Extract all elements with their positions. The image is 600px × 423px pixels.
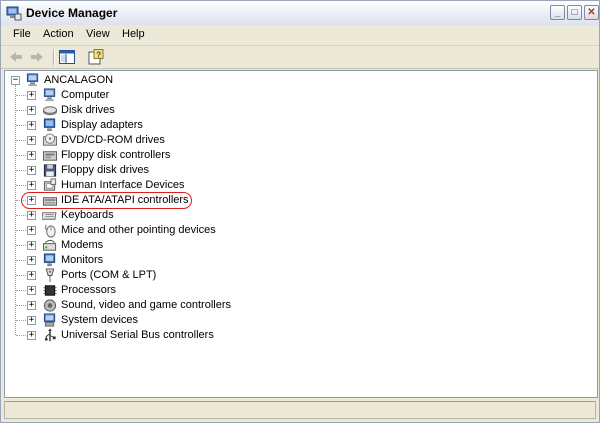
expand-toggle[interactable]: + [27, 151, 36, 160]
title-bar[interactable]: Device Manager _ □ ✕ [1, 1, 599, 26]
processor-icon [42, 283, 58, 298]
device-manager-app-icon [6, 6, 22, 21]
menu-view[interactable]: View [86, 28, 110, 40]
tree-root-label: ANCALAGON [44, 74, 114, 86]
computer-icon [25, 73, 41, 88]
device-manager-window: Device Manager _ □ ✕ File Action View He… [0, 0, 600, 423]
sound-icon [42, 298, 58, 313]
toolbar-separator [53, 49, 55, 65]
forward-arrow-icon[interactable] [28, 48, 46, 66]
tree-item-mice-and-other-pointing-devices[interactable]: + Mice and other pointing devices [5, 223, 565, 238]
properties-help-icon[interactable]: ? [87, 48, 105, 66]
tree-item-computer[interactable]: + Computer [5, 88, 565, 103]
device-tree-panel[interactable]: − ANCALAGON + Computer + Disk drives + Display … [4, 70, 598, 398]
console-tree-icon[interactable] [58, 48, 76, 66]
menu-bar: File Action View Help [1, 25, 599, 46]
svg-text:?: ? [96, 51, 101, 60]
expand-toggle[interactable]: + [27, 271, 36, 280]
tree-item-system-devices[interactable]: + System devices [5, 313, 565, 328]
tree-item-floppy-disk-drives[interactable]: + Floppy disk drives [5, 163, 565, 178]
tree-item-universal-serial-bus-controllers[interactable]: + Universal Serial Bus controllers [5, 328, 565, 343]
expand-toggle[interactable]: + [27, 241, 36, 250]
expand-toggle[interactable]: + [27, 166, 36, 175]
back-arrow-icon[interactable] [7, 48, 25, 66]
tree-item-label: Computer [61, 89, 110, 101]
status-pane [4, 401, 596, 419]
tree-root[interactable]: − ANCALAGON [5, 73, 565, 88]
floppy-controller-icon [42, 148, 58, 163]
tree-item-floppy-disk-controllers[interactable]: + Floppy disk controllers [5, 148, 565, 163]
tree-item-label: Processors [61, 284, 117, 296]
usb-icon [42, 328, 58, 343]
tree-item-label: Monitors [61, 254, 104, 266]
collapse-toggle[interactable]: − [11, 76, 20, 85]
tree-item-label: Sound, video and game controllers [61, 299, 231, 311]
menu-help[interactable]: Help [122, 28, 145, 40]
disk-drive-icon [42, 103, 58, 118]
tree-item-label: Universal Serial Bus controllers [61, 329, 214, 341]
toolbar: ? [1, 46, 599, 69]
tree-item-label: DVD/CD-ROM drives [61, 134, 165, 146]
floppy-drive-icon [42, 163, 58, 178]
close-button[interactable]: ✕ [584, 5, 599, 20]
mouse-icon [42, 223, 58, 238]
window-title: Device Manager [26, 6, 118, 20]
status-bar [1, 399, 599, 422]
expand-toggle[interactable]: + [27, 316, 36, 325]
hid-icon [42, 178, 58, 193]
tree-item-human-interface-devices[interactable]: + Human Interface Devices [5, 178, 565, 193]
tree-item-display-adapters[interactable]: + Display adapters [5, 118, 565, 133]
minimize-button[interactable]: _ [550, 5, 565, 20]
tree-item-label: Ports (COM & LPT) [61, 269, 157, 281]
expand-toggle[interactable]: + [27, 181, 36, 190]
tree-item-keyboards[interactable]: + Keyboards [5, 208, 565, 223]
tree-item-dvd-cd-rom-drives[interactable]: + DVD/CD-ROM drives [5, 133, 565, 148]
tree-item-label: Keyboards [61, 209, 114, 221]
cdrom-icon [42, 133, 58, 148]
tree-item-processors[interactable]: + Processors [5, 283, 565, 298]
tree-item-modems[interactable]: + Modems [5, 238, 565, 253]
expand-toggle[interactable]: + [27, 301, 36, 310]
expand-toggle[interactable]: + [27, 136, 36, 145]
maximize-button[interactable]: □ [567, 5, 582, 20]
tree-item-label: Floppy disk drives [61, 164, 150, 176]
tree-item-label: Display adapters [61, 119, 143, 131]
monitor-icon [42, 253, 58, 268]
tree-item-label: Floppy disk controllers [61, 149, 171, 161]
tree-item-disk-drives[interactable]: + Disk drives [5, 103, 565, 118]
expand-toggle[interactable]: + [27, 286, 36, 295]
expand-toggle[interactable]: + [27, 226, 36, 235]
expand-toggle[interactable]: + [27, 121, 36, 130]
highlight-ring [21, 192, 192, 209]
expand-toggle[interactable]: + [27, 331, 36, 340]
tree-item-label: Disk drives [61, 104, 115, 116]
tree-item-ports-com-lpt[interactable]: + Ports (COM & LPT) [5, 268, 565, 283]
tree-item-sound-video-and-game-controllers[interactable]: + Sound, video and game controllers [5, 298, 565, 313]
tree-item-label: Mice and other pointing devices [61, 224, 216, 236]
keyboard-icon [41, 208, 58, 223]
modem-icon [42, 238, 58, 253]
menu-action[interactable]: Action [43, 28, 74, 40]
tree-item-label: System devices [61, 314, 139, 326]
menu-file[interactable]: File [13, 28, 31, 40]
port-icon [42, 268, 58, 283]
display-adapter-icon [42, 118, 58, 133]
tree-item-label: Modems [61, 239, 104, 251]
tree-item-label: Human Interface Devices [61, 179, 185, 191]
computer-icon [42, 88, 58, 103]
tree-item-monitors[interactable]: + Monitors [5, 253, 565, 268]
expand-toggle[interactable]: + [27, 106, 36, 115]
expand-toggle[interactable]: + [27, 256, 36, 265]
system-devices-icon [42, 313, 58, 328]
expand-toggle[interactable]: + [27, 91, 36, 100]
expand-toggle[interactable]: + [27, 211, 36, 220]
